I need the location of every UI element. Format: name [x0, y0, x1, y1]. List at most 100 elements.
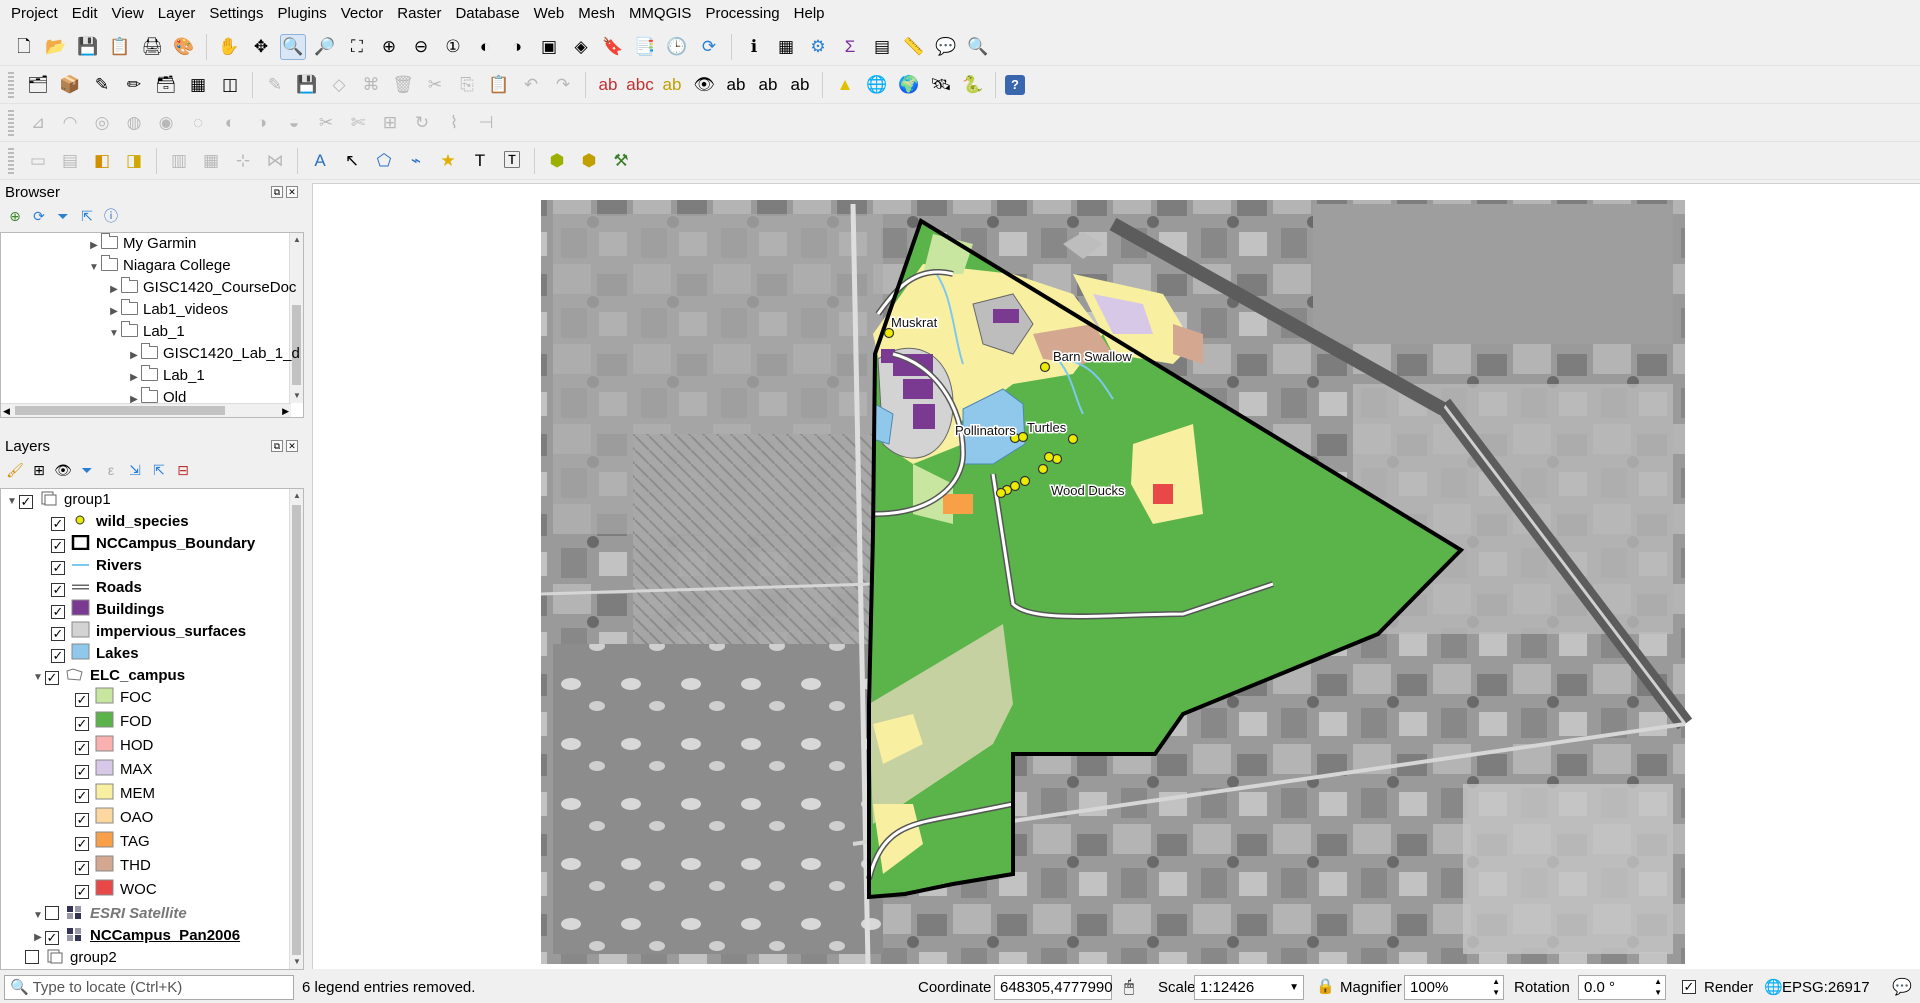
move-feature-icon[interactable]: ⊹	[230, 148, 256, 174]
manage-themes-icon[interactable]: 👁	[53, 460, 73, 480]
data-source-manager-icon[interactable]: 🗂	[25, 72, 51, 98]
layer-visibility-checkbox[interactable]	[45, 931, 59, 945]
layer-visibility-checkbox[interactable]	[51, 561, 65, 575]
copy-icon[interactable]: ⎘	[454, 72, 480, 98]
crs-label[interactable]: EPSG:26917	[1782, 979, 1870, 996]
globe-icon[interactable]: 🌐	[864, 72, 890, 98]
layer-visibility-checkbox[interactable]	[75, 813, 89, 827]
browser-item[interactable]: ▶ Lab1_videos	[107, 299, 228, 321]
map-tips-icon[interactable]: 💬	[933, 34, 959, 60]
layer-visibility-checkbox[interactable]	[75, 741, 89, 755]
show-hide-labels-icon[interactable]: 👁	[691, 72, 717, 98]
layer-item[interactable]: Roads	[51, 577, 142, 599]
locate-input[interactable]: 🔍 Type to locate (Ctrl+K)	[4, 975, 294, 1000]
scale-combo[interactable]: 1:12426 ▼	[1194, 975, 1304, 1000]
layer-item[interactable]: TAG	[75, 831, 150, 853]
chevron-down-icon[interactable]: ▼	[5, 491, 19, 513]
layer-visibility-checkbox[interactable]	[19, 495, 33, 509]
browser-item[interactable]: ▶ GISC1420_Lab_1_d	[127, 343, 300, 365]
map-canvas[interactable]: Muskrat Barn Swallow Pollinators Turtles…	[312, 183, 1920, 969]
new-3d-view-icon[interactable]: ◈	[568, 34, 594, 60]
save-as-icon[interactable]: 📋	[107, 34, 133, 60]
change-label-icon[interactable]: ab	[787, 72, 813, 98]
identify-icon[interactable]: ℹ	[741, 34, 767, 60]
globe-2-icon[interactable]: 🌍	[896, 72, 922, 98]
layers-vscroll[interactable]: ▲ ▼	[289, 489, 303, 969]
search-icon[interactable]: 🔍	[965, 34, 991, 60]
filter-legend-icon[interactable]: ⏷	[77, 460, 97, 480]
new-geopackage-icon[interactable]: 📦	[57, 72, 83, 98]
style-manager-icon[interactable]: 🎨	[171, 34, 197, 60]
menu-database[interactable]: Database	[448, 0, 526, 28]
cut-icon[interactable]: ✂	[422, 72, 448, 98]
layer-item[interactable]: Rivers	[51, 555, 142, 577]
georeferencer-icon[interactable]: ▲	[832, 72, 858, 98]
menu-processing[interactable]: Processing	[698, 0, 786, 28]
layer-item[interactable]: OAO	[75, 807, 153, 829]
add-group-icon[interactable]: ⊞	[29, 460, 49, 480]
layer-item[interactable]: FOC	[75, 687, 152, 709]
add-ring-icon[interactable]: ◎	[89, 110, 115, 136]
open-project-icon[interactable]: 📂	[43, 34, 69, 60]
layer-item[interactable]: ▼ ELC_campus	[31, 665, 185, 687]
spatial-bookmark-icon[interactable]: 🔖	[600, 34, 626, 60]
add-part-icon[interactable]: ◍	[121, 110, 147, 136]
new-shapefile-icon[interactable]: ✎	[89, 72, 115, 98]
layer-visibility-checkbox[interactable]	[51, 605, 65, 619]
remove-layer-icon[interactable]: ⊟	[173, 460, 193, 480]
collapse-all-layers-icon[interactable]: ⇱	[149, 460, 169, 480]
text-annotation-icon[interactable]: 🅃	[499, 148, 525, 174]
browser-vscroll[interactable]: ▲ ▼	[289, 233, 303, 403]
move-label-icon[interactable]: ab	[723, 72, 749, 98]
fill-ring-icon[interactable]: ◉	[153, 110, 179, 136]
zoom-next-icon[interactable]: ◑	[504, 34, 530, 60]
new-virtual-layer-icon[interactable]: ▦	[185, 72, 211, 98]
browser-item[interactable]: ▶ Old	[127, 387, 186, 409]
save-edits-icon[interactable]: 💾	[294, 72, 320, 98]
merge-features-icon[interactable]: ⊞	[377, 110, 403, 136]
chevron-down-icon[interactable]: ▼	[107, 323, 121, 345]
annotation-line-icon[interactable]: ⌁	[403, 148, 429, 174]
select-tool-icon[interactable]: ↖	[339, 148, 365, 174]
split-features-icon[interactable]: ✂	[313, 110, 339, 136]
layer-item[interactable]: Lakes	[51, 643, 139, 665]
layer-visibility-checkbox[interactable]	[51, 649, 65, 663]
chevron-right-icon[interactable]: ▶	[31, 927, 45, 949]
delete-selected-icon[interactable]: 🗑	[390, 72, 416, 98]
layer-visibility-checkbox[interactable]	[51, 539, 65, 553]
node-tool-icon[interactable]: ⋈	[262, 148, 288, 174]
select-features-icon[interactable]: ◨	[121, 148, 147, 174]
menu-vector[interactable]: Vector	[334, 0, 391, 28]
chevron-right-icon[interactable]: ▶	[127, 345, 141, 367]
chevron-right-icon[interactable]: ▶	[107, 301, 121, 323]
layer-visibility-checkbox[interactable]	[51, 517, 65, 531]
menu-raster[interactable]: Raster	[390, 0, 448, 28]
cube-3d-alt-icon[interactable]: ⬢	[576, 148, 602, 174]
chevron-down-icon[interactable]: ▼	[31, 905, 45, 927]
layer-item[interactable]: group2	[25, 947, 117, 969]
chevron-down-icon[interactable]: ▼	[31, 667, 45, 689]
browser-item[interactable]: ▶ My Garmin	[87, 233, 196, 255]
zoom-layer-icon[interactable]: ⊖	[408, 34, 434, 60]
layer-visibility-checkbox[interactable]	[75, 837, 89, 851]
layer-item[interactable]: HOD	[75, 735, 153, 757]
delete-part-icon[interactable]: ◐	[217, 110, 243, 136]
measure-icon[interactable]: 📏	[901, 34, 927, 60]
digitize-segment-icon[interactable]: ⊿	[25, 110, 51, 136]
add-feature-icon[interactable]: ◇	[326, 72, 352, 98]
open-field-calc-icon[interactable]: ▦	[198, 148, 224, 174]
chevron-down-icon[interactable]: ▼	[87, 257, 101, 279]
rotate-label-icon[interactable]: ab	[755, 72, 781, 98]
show-bookmarks-icon[interactable]: 📑	[632, 34, 658, 60]
add-selected-icon[interactable]: ⊕	[5, 206, 25, 226]
attribute-table-icon[interactable]: ▦	[773, 34, 799, 60]
layer-item[interactable]: MAX	[75, 759, 153, 781]
style-panel-icon[interactable]: 🖌	[5, 460, 25, 480]
layer-item[interactable]: wild_species	[51, 511, 189, 533]
lock-scale-icon[interactable]: 🔒	[1316, 977, 1335, 995]
properties-icon[interactable]: ⓘ	[101, 206, 121, 226]
save-project-icon[interactable]: 💾	[75, 34, 101, 60]
layer-item[interactable]: WOC	[75, 879, 157, 901]
layer-visibility-checkbox[interactable]	[51, 627, 65, 641]
layer-visibility-checkbox[interactable]	[75, 861, 89, 875]
